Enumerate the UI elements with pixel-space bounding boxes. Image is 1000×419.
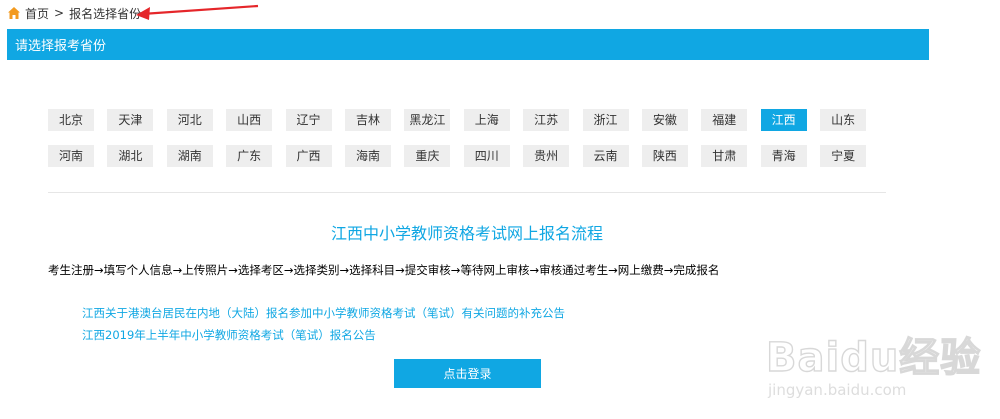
notice-link-supplement[interactable]: 江西关于港澳台居民在内地（大陆）报名参加中小学教师资格考试（笔试）有关问题的补充… <box>82 305 565 321</box>
province-button[interactable]: 北京 <box>48 109 94 131</box>
province-button[interactable]: 青海 <box>760 145 807 167</box>
province-button[interactable]: 吉林 <box>344 109 391 131</box>
province-button[interactable]: 辽宁 <box>285 109 332 131</box>
province-button[interactable]: 海南 <box>344 145 391 167</box>
province-button[interactable]: 广东 <box>226 145 273 167</box>
province-select-banner: 请选择报考省份 <box>7 29 929 60</box>
province-button[interactable]: 河北 <box>166 109 213 131</box>
province-button[interactable]: 浙江 <box>582 109 629 131</box>
province-button[interactable]: 湖南 <box>166 145 213 167</box>
province-button[interactable]: 重庆 <box>404 145 451 167</box>
province-button[interactable]: 河南 <box>48 145 94 167</box>
breadcrumb-separator: > <box>54 6 65 20</box>
province-button[interactable]: 安徽 <box>641 109 688 131</box>
province-button[interactable]: 福建 <box>701 109 748 131</box>
banner-title: 请选择报考省份 <box>15 39 107 54</box>
divider <box>48 192 886 193</box>
province-button[interactable]: 黑龙江 <box>404 109 451 131</box>
province-button[interactable]: 上海 <box>463 109 510 131</box>
province-button[interactable]: 山西 <box>226 109 273 131</box>
province-button[interactable]: 山东 <box>820 109 867 131</box>
breadcrumb-current: 报名选择省份 <box>69 6 142 21</box>
home-icon[interactable] <box>7 6 21 20</box>
province-button[interactable]: 广西 <box>285 145 332 167</box>
province-button[interactable]: 宁夏 <box>820 145 867 167</box>
flow-steps: 考生注册→填写个人信息→上传照片→选择考区→选择类别→选择科目→提交审核→等待网… <box>48 263 720 277</box>
province-grid: 北京 天津 河北 山西 辽宁 吉林 黑龙江 上海 江苏 浙江 安徽 福建 江西 山东河南 湖北 湖南 广东 广西海… <box>48 109 878 167</box>
login-button[interactable]: 点击登录 <box>394 359 541 388</box>
baidu-jingyan-watermark: Baidu经验 jingyan.baidu.com <box>760 325 990 410</box>
notice-link-registration[interactable]: 江西2019年上半年中小学教师资格考试（笔试）报名公告 <box>82 327 376 343</box>
breadcrumb-home-link[interactable]: 首页 <box>25 5 49 22</box>
province-button[interactable]: 天津 <box>107 109 154 131</box>
watermark-logo: Baidu经验 <box>765 334 982 381</box>
breadcrumb: 首页 > 报名选择省份 <box>7 4 141 22</box>
flow-title: 江西中小学教师资格考试网上报名流程 <box>330 224 603 243</box>
province-button[interactable]: 湖北 <box>107 145 154 167</box>
province-button[interactable]: 陕西 <box>641 145 688 167</box>
province-button[interactable]: 甘肃 <box>701 145 748 167</box>
annotation-arrow-icon <box>136 4 259 20</box>
province-button[interactable]: 贵州 <box>523 145 570 167</box>
province-button[interactable]: 江苏 <box>523 109 570 131</box>
province-button[interactable]: 云南 <box>582 145 629 167</box>
watermark-url: jingyan.baidu.com <box>768 381 907 399</box>
province-button[interactable]: 江西 <box>760 109 807 131</box>
province-button[interactable]: 四川 <box>463 145 510 167</box>
